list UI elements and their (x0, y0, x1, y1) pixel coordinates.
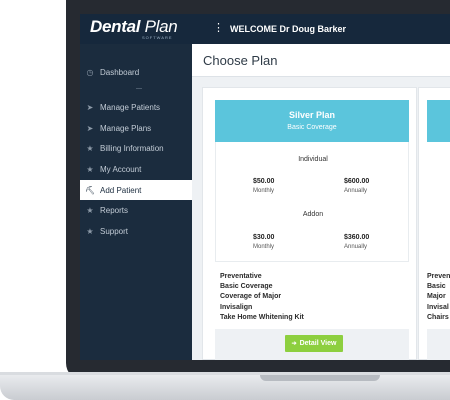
addon-monthly-price: $30.00 (253, 234, 275, 241)
plan-card-footer: ➔ Detail View (215, 329, 409, 360)
star-icon: ★ (86, 205, 94, 215)
sidebar-divider (136, 88, 142, 89)
dashboard-icon: ◷ (86, 67, 94, 77)
sidebar-item-add-patient[interactable]: ⛏ Add Patient (80, 180, 192, 200)
plan-features-list: Preventative Basic Coverage Coverage of … (220, 272, 304, 323)
paper-plane-icon: ➤ (86, 102, 94, 112)
top-bar: Dental Plan SOFTWARE ⋮ WELCOME Dr Doug B… (80, 14, 450, 44)
list-item: Preventative (220, 273, 262, 280)
sidebar-item-label: Support (100, 226, 129, 236)
laptop-notch (260, 375, 380, 381)
individual-monthly-label: Monthly (253, 188, 275, 194)
pricing-box: Individual $50.00 Monthly $600.00 Annual… (215, 142, 409, 262)
main-content: Choose Plan Silver Plan Basic Coverage I… (192, 44, 450, 360)
welcome-text: WELCOME Dr Doug Barker (230, 24, 347, 34)
arrow-right-icon: ➔ (291, 341, 297, 347)
plan-card-header: Silver Plan Basic Coverage (215, 100, 409, 142)
sidebar-item-label: Add Patient (100, 185, 142, 195)
sidebar-item-label: Dashboard (100, 67, 140, 77)
addon-annual-price: $360.00 (344, 234, 370, 241)
plan-features-list: Preven Basic Major Invisal Chairs (427, 272, 450, 323)
logo-subtitle: SOFTWARE (142, 35, 173, 40)
app-logo[interactable]: Dental Plan (90, 17, 178, 36)
addon-annual-label: Annually (344, 244, 368, 250)
list-item: Preven (427, 273, 450, 280)
laptop-base (0, 375, 450, 400)
page-header: Choose Plan (192, 44, 450, 77)
sidebar: ◷ Dashboard ➤ Manage Patients ➤ Manage P… (80, 44, 192, 360)
plan-name: Silver Plan (288, 110, 336, 120)
list-item: Take Home Whitening Kit (220, 313, 304, 321)
list-item: Invisalign (220, 303, 253, 311)
paper-plane-icon: ➤ (86, 123, 94, 133)
star-icon: ★ (86, 164, 94, 174)
individual-annual-label: Annually (344, 188, 368, 194)
detail-view-label: Detail View (299, 340, 337, 347)
list-item: Chairs (427, 313, 449, 321)
detail-view-button[interactable]: ➔ Detail View (285, 335, 343, 352)
list-item: Coverage of Major (220, 293, 282, 301)
plan-card: Preven Basic Major Invisal Chairs (418, 87, 450, 360)
sidebar-item-label: Billing Information (100, 143, 164, 153)
page-title: Choose Plan (203, 53, 278, 68)
plan-subtitle: Basic Coverage (287, 124, 337, 131)
sidebar-item-billing-information[interactable]: ★ Billing Information (80, 138, 192, 158)
plan-card: Silver Plan Basic Coverage Individual $5… (202, 87, 417, 360)
star-icon: ★ (86, 226, 94, 236)
sidebar-item-manage-plans[interactable]: ➤ Manage Plans (80, 118, 192, 138)
plan-card-header (427, 100, 450, 142)
list-item: Major (427, 293, 446, 301)
sidebar-item-support[interactable]: ★ Support (80, 221, 192, 241)
addon-monthly-label: Monthly (253, 244, 275, 250)
sidebar-item-label: My Account (100, 164, 142, 174)
vertical-dots-menu-icon[interactable]: ⋮ (213, 23, 224, 35)
sidebar-item-manage-patients[interactable]: ➤ Manage Patients (80, 97, 192, 117)
sidebar-item-label: Manage Patients (100, 102, 161, 112)
individual-monthly-price: $50.00 (253, 178, 275, 185)
list-item: Basic (427, 283, 446, 291)
logo-light: Plan (144, 17, 178, 36)
individual-label: Individual (298, 156, 328, 163)
sidebar-item-label: Manage Plans (100, 123, 152, 133)
sidebar-item-dashboard[interactable]: ◷ Dashboard (80, 62, 192, 82)
plan-card-footer (427, 329, 450, 360)
sidebar-item-label: Reports (100, 205, 129, 215)
user-add-icon: ⛏ (84, 185, 96, 195)
individual-annual-price: $600.00 (344, 178, 370, 185)
logo-main: Dental (90, 17, 141, 36)
app-screen: Dental Plan SOFTWARE ⋮ WELCOME Dr Doug B… (80, 14, 450, 360)
list-item: Invisal (427, 303, 449, 311)
addon-label: Addon (302, 211, 324, 218)
list-item: Basic Coverage (220, 283, 273, 291)
star-icon: ★ (86, 143, 94, 153)
sidebar-item-my-account[interactable]: ★ My Account (80, 159, 192, 179)
sidebar-item-reports[interactable]: ★ Reports (80, 200, 192, 220)
